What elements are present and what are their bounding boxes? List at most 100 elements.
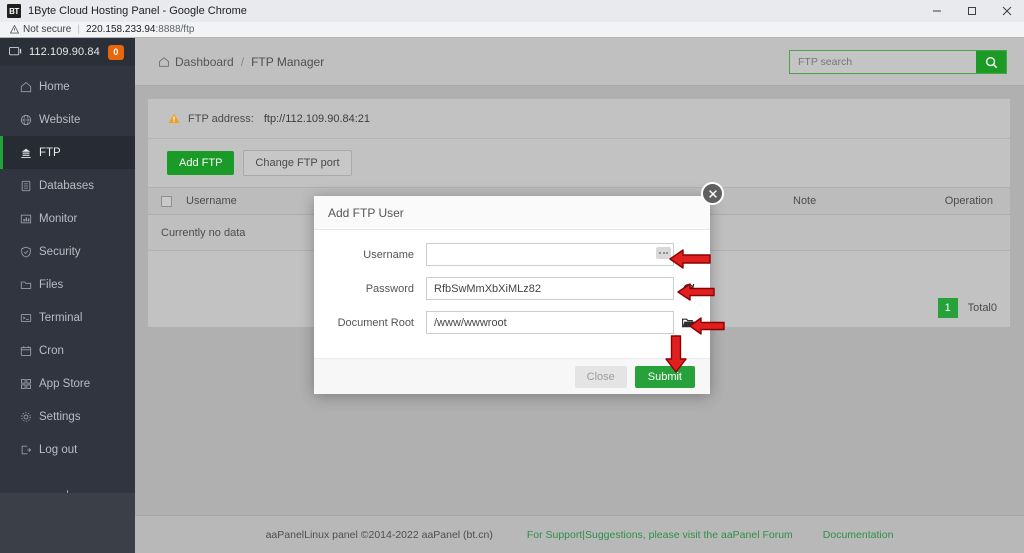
sidebar-item-cron[interactable]: Cron	[0, 334, 135, 367]
column-header-note[interactable]: Note	[793, 195, 816, 207]
home-icon	[20, 81, 39, 93]
sidebar-item-databases[interactable]: Databases	[0, 169, 135, 202]
not-secure-warning-icon	[10, 25, 19, 34]
folder-icon	[20, 279, 39, 291]
sidebar-item-label: FTP	[39, 146, 61, 159]
document-root-label: Document Root	[337, 316, 414, 329]
form-row-username: Username	[314, 243, 710, 266]
window-controls	[919, 0, 1024, 22]
sidebar-item-label: Terminal	[39, 311, 83, 324]
username-input[interactable]	[426, 243, 674, 266]
globe-icon	[20, 114, 39, 126]
sidebar-item-log-out[interactable]: Log out	[0, 433, 135, 466]
sidebar-item-ftp[interactable]: FTP	[0, 136, 135, 169]
footer-support-link[interactable]: For Support|Suggestions, please visit th…	[527, 529, 793, 541]
sidebar-server-ip: 112.109.90.84	[29, 46, 100, 58]
monitor-icon	[20, 213, 39, 225]
dialog-footer: Close Submit	[314, 358, 710, 394]
close-icon[interactable]	[701, 182, 724, 205]
arrow-to-document-root-browse	[689, 317, 725, 335]
sidebar: 112.109.90.84 0 Home Website FTP Databas…	[0, 38, 135, 553]
select-all-checkbox[interactable]	[161, 195, 172, 207]
form-row-password: Password	[314, 277, 710, 300]
sidebar-item-label: Monitor	[39, 212, 78, 225]
sidebar-item-home[interactable]: Home	[0, 70, 135, 103]
url-host: 220.158.233.94	[85, 24, 156, 35]
document-root-input[interactable]	[426, 311, 674, 334]
gear-icon	[20, 411, 39, 423]
sidebar-item-label: Home	[39, 80, 70, 93]
terminal-icon	[20, 312, 39, 324]
form-row-document-root: Document Root	[314, 311, 710, 334]
ftp-icon	[20, 147, 39, 159]
ftp-action-buttons: Add FTP Change FTP port	[148, 139, 1010, 187]
search-icon[interactable]	[976, 51, 1006, 73]
close-button[interactable]: Close	[574, 365, 627, 388]
warning-icon	[168, 113, 180, 124]
ftp-address-value: ftp://112.109.90.84:21	[263, 112, 371, 125]
sidebar-item-monitor[interactable]: Monitor	[0, 202, 135, 235]
dialog-body: Username Password Document Root	[314, 230, 710, 358]
change-ftp-port-button[interactable]: Change FTP port	[243, 150, 352, 176]
pagination: 1 Total0	[937, 298, 997, 318]
monitor-icon	[9, 46, 22, 58]
sidebar-notification-badge[interactable]: 0	[107, 44, 124, 60]
password-input[interactable]	[426, 277, 674, 300]
username-input-wrap	[426, 243, 674, 266]
column-header-operation: Operation	[944, 195, 993, 207]
sidebar-item-label: Settings	[39, 410, 81, 423]
footer-copyright: aaPanelLinux panel ©2014-2022 aaPanel (b…	[265, 528, 493, 541]
password-label: Password	[365, 282, 414, 295]
database-icon	[20, 180, 39, 192]
site-favicon: BT	[7, 4, 21, 18]
arrow-to-username-field	[669, 249, 711, 269]
ftp-address-label: FTP address:	[188, 112, 254, 125]
logout-icon	[20, 444, 39, 456]
maximize-icon[interactable]	[954, 0, 989, 22]
sidebar-item-files[interactable]: Files	[0, 268, 135, 301]
grid-icon	[20, 378, 39, 390]
sidebar-server-header[interactable]: 112.109.90.84 0	[0, 38, 135, 66]
breadcrumb-separator: /	[240, 54, 245, 69]
sidebar-item-app-store[interactable]: App Store	[0, 367, 135, 400]
browser-title-bar: BT 1Byte Cloud Hosting Panel - Google Ch…	[0, 0, 1024, 22]
minimize-icon[interactable]	[919, 0, 954, 22]
footer-documentation-link[interactable]: Documentation	[823, 529, 894, 541]
username-label: Username	[363, 248, 414, 261]
sidebar-item-label: App Store	[39, 377, 91, 390]
dialog-title: Add FTP User	[314, 196, 710, 230]
sidebar-item-website[interactable]: Website	[0, 103, 135, 136]
calendar-icon	[20, 345, 39, 357]
sidebar-item-settings[interactable]: Settings	[0, 400, 135, 433]
sidebar-item-label: Website	[39, 113, 81, 126]
sidebar-item-label: Cron	[39, 344, 64, 357]
screenshot-root: BT 1Byte Cloud Hosting Panel - Google Ch…	[0, 0, 1024, 553]
window-title: 1Byte Cloud Hosting Panel - Google Chrom…	[28, 5, 247, 17]
browser-address-bar[interactable]: Not secure | 220.158.233.94 :8888/ftp	[0, 22, 1024, 37]
page-header: Dashboard / FTP Manager	[135, 38, 1024, 86]
sidebar-item-label: Security	[39, 245, 81, 258]
page-number-1[interactable]: 1	[937, 298, 958, 318]
close-icon[interactable]	[989, 0, 1024, 22]
breadcrumb: Dashboard / FTP Manager	[158, 55, 324, 69]
page-footer: aaPanelLinux panel ©2014-2022 aaPanel (b…	[135, 515, 1024, 553]
sidebar-footer-area	[0, 493, 135, 553]
breadcrumb-current: FTP Manager	[251, 54, 325, 69]
search-input[interactable]	[790, 51, 976, 73]
add-ftp-button[interactable]: Add FTP	[167, 151, 235, 175]
arrow-to-submit-button	[665, 335, 687, 373]
shield-icon	[20, 246, 39, 258]
breadcrumb-dashboard[interactable]: Dashboard	[175, 55, 234, 69]
arrow-to-password-refresh	[677, 283, 715, 301]
sidebar-item-terminal[interactable]: Terminal	[0, 301, 135, 334]
sidebar-item-label: Files	[39, 278, 64, 291]
ftp-address-bar: FTP address: ftp://112.109.90.84:21	[148, 99, 1010, 139]
not-secure-label: Not secure	[23, 24, 72, 35]
search-box[interactable]	[789, 50, 1007, 74]
total-count-label: Total0	[967, 302, 997, 314]
url-path: :8888/ftp	[155, 24, 195, 35]
password-input-wrap	[426, 277, 674, 300]
sidebar-item-label: Databases	[39, 179, 94, 192]
sidebar-nav: Home Website FTP Databases Monitor Secur…	[0, 66, 135, 514]
sidebar-item-security[interactable]: Security	[0, 235, 135, 268]
